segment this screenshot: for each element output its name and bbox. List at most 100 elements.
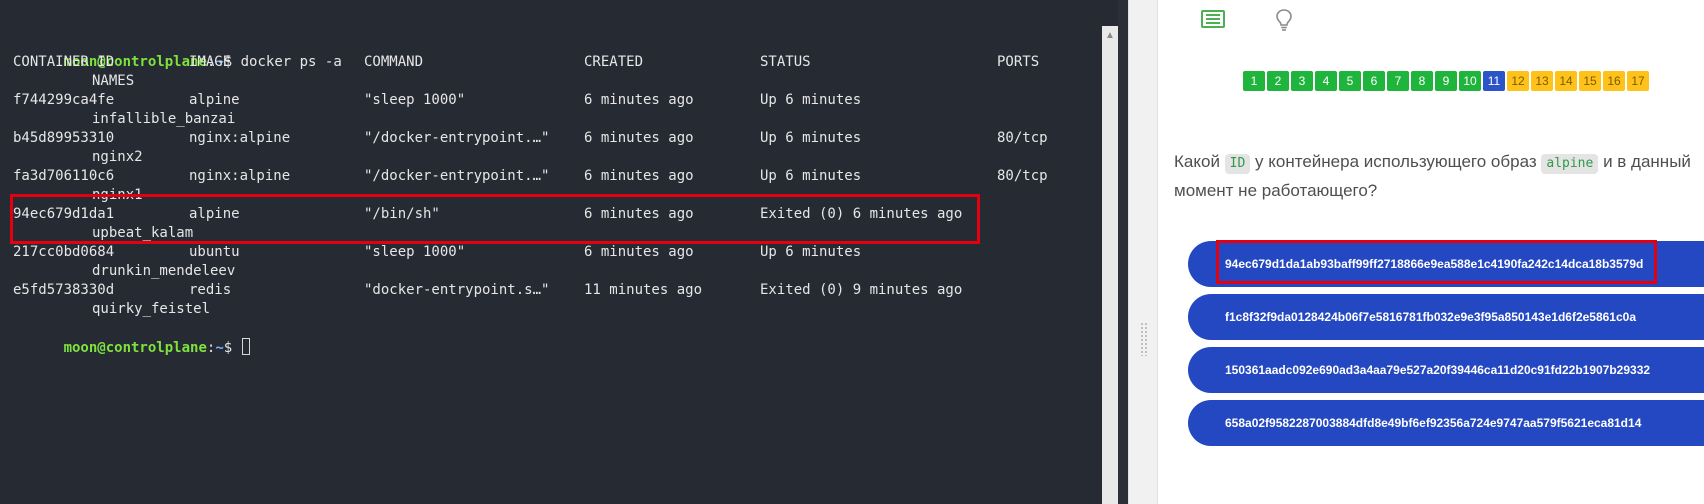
table-row-wrap: quirky_feistel bbox=[13, 300, 1103, 319]
table-row: f744299ca4fe alpine "sleep 1000" 6 minutes … bbox=[13, 91, 1103, 110]
terminal-border bbox=[1118, 0, 1128, 504]
list-icon-line bbox=[1206, 22, 1220, 24]
cell-name: nginx1 bbox=[92, 187, 143, 203]
answer-option-2[interactable]: f1c8f32f9da0128424b06f7e5816781fb032e9e3… bbox=[1188, 294, 1704, 340]
step-16[interactable]: 16 bbox=[1603, 71, 1625, 91]
step-12[interactable]: 12 bbox=[1507, 71, 1529, 91]
answer-option-4[interactable]: 658a02f9582287003884dfd8e49bf6ef92356a72… bbox=[1188, 400, 1704, 446]
cell-created: 6 minutes ago bbox=[584, 130, 694, 146]
table-row-wrap: nginx2 bbox=[13, 148, 1103, 167]
step-6[interactable]: 6 bbox=[1363, 71, 1385, 91]
step-15[interactable]: 15 bbox=[1579, 71, 1601, 91]
cell-status: Up 6 minutes bbox=[760, 244, 862, 260]
question-part: Какой bbox=[1174, 152, 1225, 171]
question-part: у контейнера использующего образ bbox=[1250, 152, 1542, 171]
quiz-panel: 1 2 3 4 5 6 7 8 9 10 11 12 13 14 15 16 17 Какой ID у кон… bbox=[1158, 0, 1704, 504]
answer-option-3[interactable]: 150361aadc092e690ad3a4aa79e527a20f39446c… bbox=[1188, 347, 1704, 393]
terminal-cursor bbox=[241, 338, 250, 355]
header-status: STATUS bbox=[760, 54, 811, 70]
list-icon[interactable] bbox=[1201, 10, 1225, 28]
table-row: 94ec679d1da1 alpine "/bin/sh" 6 minutes ago… bbox=[13, 205, 1103, 224]
table-row: e5fd5738330d redis "docker-entrypoint.s…" 1… bbox=[13, 281, 1103, 300]
cell-container-id: b45d89953310 bbox=[13, 130, 115, 146]
table-row-wrap: upbeat_kalam bbox=[13, 224, 1103, 243]
cell-image: nginx:alpine bbox=[189, 130, 291, 146]
cell-container-id: fa3d706110c6 bbox=[13, 168, 115, 184]
step-11[interactable]: 11 bbox=[1483, 71, 1505, 91]
cell-created: 6 minutes ago bbox=[584, 206, 694, 222]
step-9[interactable]: 9 bbox=[1435, 71, 1457, 91]
step-7[interactable]: 7 bbox=[1387, 71, 1409, 91]
terminal-window[interactable]: moon@controlplane:~$ docker ps -a CONTAI… bbox=[0, 0, 1128, 504]
step-3[interactable]: 3 bbox=[1291, 71, 1313, 91]
list-icon-line bbox=[1206, 18, 1220, 20]
cell-container-id: f744299ca4fe bbox=[13, 92, 115, 108]
cell-command: "sleep 1000" bbox=[364, 92, 466, 108]
header-names: NAMES bbox=[92, 73, 135, 89]
panel-splitter[interactable] bbox=[1128, 0, 1158, 504]
cell-image: alpine bbox=[189, 206, 240, 222]
cell-created: 6 minutes ago bbox=[584, 168, 694, 184]
question-text: Какой ID у контейнера использующего обра… bbox=[1174, 147, 1704, 205]
cell-ports: 80/tcp bbox=[997, 130, 1048, 146]
prompt-path: ~ bbox=[215, 340, 224, 356]
step-8[interactable]: 8 bbox=[1411, 71, 1433, 91]
table-row: fa3d706110c6 nginx:alpine "/docker-entrypo… bbox=[13, 167, 1103, 186]
cell-name: upbeat_kalam bbox=[92, 225, 194, 241]
table-row: 217cc0bd0684 ubuntu "sleep 1000" 6 minutes … bbox=[13, 243, 1103, 262]
step-17[interactable]: 17 bbox=[1627, 71, 1649, 91]
cell-image: nginx:alpine bbox=[189, 168, 291, 184]
cell-created: 6 minutes ago bbox=[584, 244, 694, 260]
table-row-wrap: infallible_banzai bbox=[13, 110, 1103, 129]
step-10[interactable]: 10 bbox=[1459, 71, 1481, 91]
step-13[interactable]: 13 bbox=[1531, 71, 1553, 91]
header-created: CREATED bbox=[584, 54, 644, 70]
prompt-user: moon@controlplane bbox=[63, 340, 207, 356]
container-list: f744299ca4fe alpine "sleep 1000" 6 minutes … bbox=[13, 91, 1103, 319]
answer-option-1[interactable]: 94ec679d1da1ab93baff99ff2718866e9ea588e1… bbox=[1188, 241, 1704, 287]
step-4[interactable]: 4 bbox=[1315, 71, 1337, 91]
table-row-wrap: nginx1 bbox=[13, 186, 1103, 205]
terminal-output: moon@controlplane:~$ docker ps -a CONTAI… bbox=[13, 34, 1103, 356]
cell-command: "/docker-entrypoint.…" bbox=[364, 168, 550, 184]
header-ports: PORTS bbox=[997, 54, 1040, 70]
table-header-wrap: NAMES bbox=[13, 72, 1103, 91]
cell-image: alpine bbox=[189, 92, 240, 108]
cell-ports: 80/tcp bbox=[997, 168, 1048, 184]
step-14[interactable]: 14 bbox=[1555, 71, 1577, 91]
header-container-id: CONTAINER ID bbox=[13, 54, 115, 70]
cell-created: 6 minutes ago bbox=[584, 92, 694, 108]
step-5[interactable]: 5 bbox=[1339, 71, 1361, 91]
cell-image: redis bbox=[189, 282, 232, 298]
code-chip-id: ID bbox=[1224, 154, 1251, 174]
cell-status: Exited (0) 9 minutes ago bbox=[760, 282, 963, 298]
table-row: b45d89953310 nginx:alpine "/docker-entrypo… bbox=[13, 129, 1103, 148]
step-1[interactable]: 1 bbox=[1243, 71, 1265, 91]
lightbulb-icon[interactable] bbox=[1275, 8, 1293, 32]
prompt-symbol: $ bbox=[223, 340, 233, 356]
cell-name: quirky_feistel bbox=[92, 301, 211, 317]
cell-name: drunkin_mendeleev bbox=[92, 263, 236, 279]
terminal-scrollbar[interactable]: ▲ bbox=[1102, 26, 1118, 504]
cell-status: Up 6 minutes bbox=[760, 168, 862, 184]
cell-status: Exited (0) 6 minutes ago bbox=[760, 206, 963, 222]
terminal-prompt-line[interactable]: moon@controlplane:~$ bbox=[13, 319, 1103, 356]
step-2[interactable]: 2 bbox=[1267, 71, 1289, 91]
header-command: COMMAND bbox=[364, 54, 424, 70]
scroll-up-arrow-icon[interactable]: ▲ bbox=[1102, 30, 1118, 42]
list-icon-line bbox=[1206, 14, 1220, 16]
header-image: IMAGE bbox=[189, 54, 232, 70]
cell-command: "sleep 1000" bbox=[364, 244, 466, 260]
cell-image: ubuntu bbox=[189, 244, 240, 260]
cell-command: "/docker-entrypoint.…" bbox=[364, 130, 550, 146]
code-chip-alpine: alpine bbox=[1541, 154, 1599, 174]
cell-status: Up 6 minutes bbox=[760, 92, 862, 108]
cell-container-id: e5fd5738330d bbox=[13, 282, 115, 298]
cell-created: 11 minutes ago bbox=[584, 282, 703, 298]
drag-handle-icon[interactable] bbox=[1140, 322, 1148, 356]
cell-name: nginx2 bbox=[92, 149, 143, 165]
terminal-command-line: moon@controlplane:~$ docker ps -a bbox=[13, 34, 1103, 70]
cell-container-id: 94ec679d1da1 bbox=[13, 206, 115, 222]
table-row-wrap: drunkin_mendeleev bbox=[13, 262, 1103, 281]
cell-container-id: 217cc0bd0684 bbox=[13, 244, 115, 260]
